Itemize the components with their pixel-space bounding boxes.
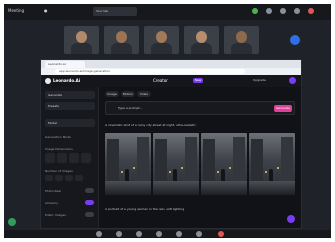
- brand-name: Leonardo.Ai: [53, 78, 81, 83]
- generation-caption: A portrait of a young woman in the rain,…: [105, 207, 185, 211]
- browser-tab[interactable]: Leonardo.ai: [45, 61, 85, 68]
- photo-real-toggle[interactable]: [85, 188, 94, 193]
- generated-image[interactable]: [249, 133, 295, 195]
- meeting-top-bar: Meeting ● Your tab: [4, 4, 331, 20]
- sidebar-item-generate[interactable]: Generate: [45, 91, 95, 99]
- generation-mode-label: Generation Mode: [45, 135, 71, 139]
- participant-tile[interactable]: [184, 26, 219, 54]
- address-bar[interactable]: app.leonardo.ai/image-generation: [55, 69, 245, 74]
- sidebar-item-presets[interactable]: Presets: [45, 102, 95, 110]
- participant-body: [111, 43, 132, 54]
- participant-face: [76, 31, 87, 43]
- image-dimensions-label: Image Dimensions: [45, 147, 73, 151]
- public-images-toggle[interactable]: [85, 212, 94, 217]
- participant-body: [71, 43, 92, 54]
- filter-motion[interactable]: Motion: [121, 91, 135, 97]
- meeting-status: ●: [44, 8, 48, 13]
- prompt-box[interactable]: Type a prompt... Generate: [105, 101, 295, 115]
- participant-strip: [64, 26, 304, 56]
- number-of-images-label: Number of Images: [45, 169, 73, 173]
- image-row: [105, 133, 295, 195]
- generated-image[interactable]: [153, 133, 199, 195]
- generation-feed: Image Motion Video Type a prompt... Gene…: [99, 87, 301, 228]
- participant-tile[interactable]: [64, 26, 99, 54]
- filter-video[interactable]: Video: [137, 91, 151, 97]
- public-images-label: Public Images: [45, 213, 66, 217]
- participant-body: [191, 43, 212, 54]
- app-header: Leonardo.Ai Creator New Upgrade: [41, 75, 301, 87]
- participant-face: [156, 31, 167, 43]
- dimension-option[interactable]: [69, 153, 79, 163]
- meeting-window: Meeting ● Your tab Leonardo.ai app.leona…: [4, 4, 331, 238]
- sidebar-item-label: Generate: [48, 93, 63, 97]
- meeting-title: Meeting: [8, 8, 25, 13]
- camera-icon[interactable]: [116, 231, 122, 237]
- count-option[interactable]: [65, 175, 73, 181]
- more-participants-icon[interactable]: [290, 35, 300, 45]
- photo-real-label: Photo Real: [45, 189, 61, 193]
- sidebar-item-label: Presets: [48, 104, 59, 108]
- chat-icon[interactable]: [156, 231, 162, 237]
- browser-tab-title: Leonardo.ai: [48, 62, 66, 66]
- sidebar-item-model[interactable]: Model: [45, 119, 95, 127]
- participant-face: [196, 31, 207, 43]
- shared-tab-label: Your tab: [96, 9, 109, 13]
- participants-icon[interactable]: [266, 8, 272, 14]
- help-icon[interactable]: [287, 215, 295, 223]
- leave-icon[interactable]: [218, 231, 224, 237]
- alchemy-label: Alchemy: [45, 201, 58, 205]
- shared-tab-indicator[interactable]: Your tab: [93, 7, 137, 16]
- avatar[interactable]: [289, 77, 296, 84]
- upgrade-link[interactable]: Upgrade: [253, 78, 266, 82]
- url-text: app.leonardo.ai/image-generation: [59, 69, 111, 73]
- share-icon[interactable]: [136, 231, 142, 237]
- connection-icon: [252, 8, 258, 14]
- prompt-input[interactable]: Type a prompt...: [118, 106, 142, 110]
- browser-tab-strip: Leonardo.ai: [41, 60, 301, 68]
- more-icon[interactable]: [196, 231, 202, 237]
- dimension-option[interactable]: [45, 153, 55, 163]
- count-option[interactable]: [75, 175, 83, 181]
- generation-caption: A cinematic shot of a rainy city street …: [105, 123, 196, 127]
- creator-tab[interactable]: Creator: [153, 78, 168, 83]
- alchemy-toggle[interactable]: [85, 200, 94, 205]
- dimension-option[interactable]: [81, 153, 91, 163]
- meeting-controls: [4, 230, 331, 238]
- mic-icon[interactable]: [96, 231, 102, 237]
- generate-button[interactable]: Generate: [274, 105, 292, 112]
- participant-body: [151, 43, 172, 54]
- filter-image[interactable]: Image: [105, 91, 119, 97]
- participant-tile[interactable]: [104, 26, 139, 54]
- close-icon[interactable]: [308, 8, 314, 14]
- settings-sidebar: Generate Presets Model Generation Mode I…: [41, 87, 99, 228]
- dimension-option[interactable]: [57, 153, 67, 163]
- brand-logo-icon: [45, 78, 51, 84]
- people-icon[interactable]: [176, 231, 182, 237]
- chat-icon[interactable]: [280, 8, 286, 14]
- presenter-icon: [8, 218, 16, 226]
- count-option[interactable]: [45, 175, 53, 181]
- participant-face: [236, 31, 247, 43]
- address-bar-row: app.leonardo.ai/image-generation: [41, 68, 301, 75]
- generated-image[interactable]: [201, 133, 247, 195]
- participant-face: [116, 31, 127, 43]
- new-badge: New: [193, 78, 203, 83]
- participant-body: [231, 43, 252, 54]
- sidebar-item-label: Model: [48, 121, 58, 125]
- participant-tile[interactable]: [224, 26, 259, 54]
- count-option[interactable]: [55, 175, 63, 181]
- shared-screen: Leonardo.ai app.leonardo.ai/image-genera…: [40, 59, 302, 229]
- settings-icon[interactable]: [294, 8, 300, 14]
- generated-image[interactable]: [105, 133, 151, 195]
- participant-tile[interactable]: [144, 26, 179, 54]
